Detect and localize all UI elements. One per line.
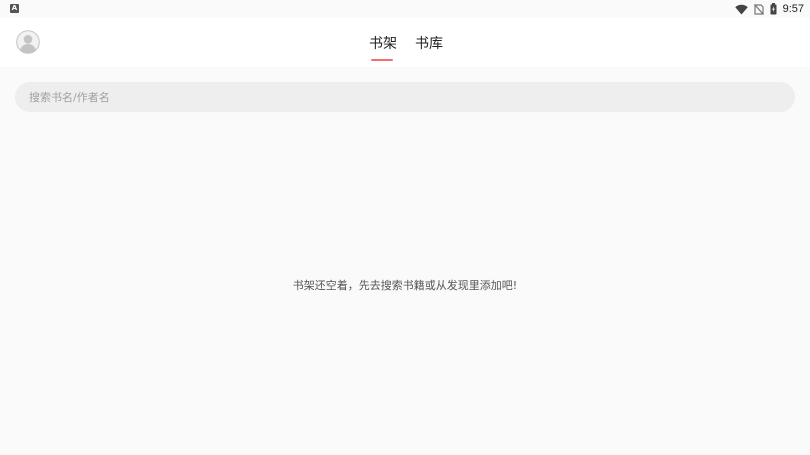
active-tab-indicator bbox=[371, 59, 393, 61]
search-input[interactable] bbox=[29, 82, 769, 112]
search-bar[interactable] bbox=[15, 82, 795, 112]
tab-bookshelf[interactable]: 书架 bbox=[369, 33, 397, 53]
status-right-group: 9:57 bbox=[734, 0, 804, 18]
no-sim-icon bbox=[753, 3, 764, 15]
status-time: 9:57 bbox=[782, 3, 804, 15]
tab-library[interactable]: 书库 bbox=[415, 33, 443, 53]
tab-bar: 书架 书库 bbox=[0, 18, 810, 67]
notification-app-icon: A bbox=[10, 4, 19, 13]
status-bar: A 9:57 bbox=[0, 0, 810, 18]
wifi-icon bbox=[734, 4, 748, 14]
top-app-bar: 书架 书库 bbox=[0, 18, 810, 67]
battery-icon bbox=[770, 3, 777, 15]
empty-shelf-message: 书架还空着，先去搜索书籍或从发现里添加吧! bbox=[292, 279, 518, 292]
